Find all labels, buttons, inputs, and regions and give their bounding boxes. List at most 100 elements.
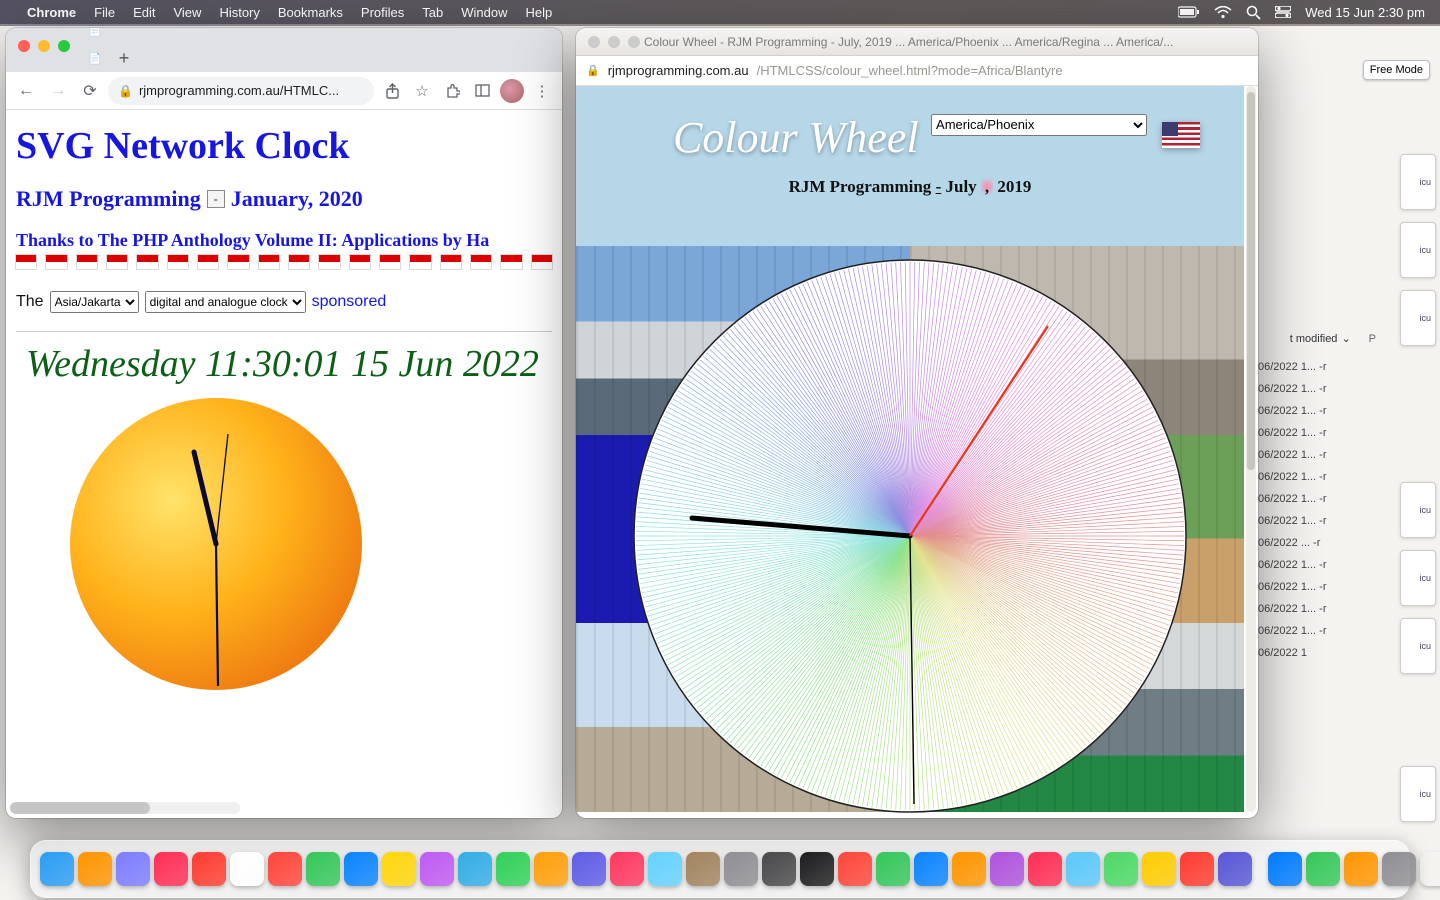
dock-app-icon[interactable] [838, 852, 872, 886]
reading-list-icon[interactable] [468, 77, 496, 105]
close-icon[interactable] [18, 40, 30, 52]
dock-app-icon[interactable] [1028, 852, 1062, 886]
dock-app-icon[interactable] [306, 852, 340, 886]
divider [16, 331, 552, 332]
indonesia-flag-icon [501, 255, 521, 269]
back-button[interactable]: ← [12, 77, 40, 105]
digital-clock-readout: Wednesday 11:30:01 15 Jun 2022 [26, 342, 552, 386]
dock-app-icon[interactable] [610, 852, 644, 886]
safari-address-bar[interactable]: 🔒 rjmprogramming.com.au/HTMLCSS/colour_w… [576, 56, 1258, 86]
close-icon[interactable] [588, 36, 600, 48]
menubar-clock[interactable]: Wed 15 Jun 2:30 pm [1298, 5, 1432, 20]
dock-app-icon[interactable] [1382, 852, 1416, 886]
colour-wheel-svg [630, 256, 1190, 816]
dock-app-icon[interactable] [990, 852, 1024, 886]
dock-app-icon[interactable] [1218, 852, 1252, 886]
window-title: Colour Wheel - RJM Programming - July, 2… [644, 35, 1173, 49]
label-sponsored: sponsored [312, 293, 387, 311]
zoom-icon[interactable] [58, 40, 70, 52]
bg-peek-card: icu [1400, 154, 1436, 210]
indonesia-flag-icon [16, 255, 36, 269]
macos-menubar: Chrome FileEditViewHistoryBookmarksProfi… [0, 0, 1440, 24]
dock-app-icon[interactable] [952, 852, 986, 886]
menu-history[interactable]: History [210, 5, 268, 20]
dock-app-icon[interactable] [40, 852, 74, 886]
indonesia-flag-icon [168, 255, 188, 269]
dock-app-icon[interactable] [420, 852, 454, 886]
omnibox-text: rjmprogramming.com.au/HTMLC... [139, 83, 339, 98]
address-path: /HTMLCSS/colour_wheel.html?mode=Africa/B… [757, 63, 1063, 78]
dock-app-icon[interactable] [1268, 852, 1302, 886]
menu-bookmarks[interactable]: Bookmarks [269, 5, 352, 20]
vertical-scrollbar[interactable] [1246, 86, 1256, 812]
colour-wheel-tz-select[interactable]: America/Phoenix [931, 114, 1147, 136]
control-center-icon[interactable] [1268, 6, 1298, 18]
dock-app-icon[interactable] [1066, 852, 1100, 886]
dock-app-icon[interactable] [686, 852, 720, 886]
battery-icon[interactable] [1171, 6, 1207, 18]
dock-app-icon[interactable] [724, 852, 758, 886]
menu-edit[interactable]: Edit [124, 5, 164, 20]
dock-app-icon[interactable] [230, 852, 264, 886]
bg-peek-card: icu [1400, 618, 1436, 674]
forward-button[interactable]: → [44, 77, 72, 105]
safari-page-content: Colour Wheel America/Phoenix RJM Program… [576, 86, 1244, 818]
dock-app-icon[interactable] [572, 852, 606, 886]
wifi-icon[interactable] [1207, 6, 1239, 19]
dock-app-icon[interactable] [1180, 852, 1214, 886]
dock-app-icon[interactable] [78, 852, 112, 886]
colour-wheel-heading: Colour Wheel [673, 112, 919, 163]
minimize-icon[interactable] [608, 36, 620, 48]
indonesia-flag-icon [198, 255, 218, 269]
dock-app-icon[interactable] [116, 852, 150, 886]
dock-app-icon[interactable] [496, 852, 530, 886]
dock-app-icon[interactable] [344, 852, 378, 886]
menu-tab[interactable]: Tab [413, 5, 452, 20]
spotlight-icon[interactable] [1239, 5, 1268, 20]
dock-app-icon[interactable] [876, 852, 910, 886]
dock-app-icon[interactable] [762, 852, 796, 886]
dock-app-icon[interactable] [1104, 852, 1138, 886]
chrome-toolbar: ← → ⟳ 🔒 rjmprogramming.com.au/HTMLC... ☆… [6, 72, 562, 110]
indonesia-flag-icon [471, 255, 491, 269]
menu-help[interactable]: Help [517, 5, 562, 20]
app-menu[interactable]: Chrome [18, 5, 85, 20]
safari-window: Colour Wheel - RJM Programming - July, 2… [576, 28, 1258, 818]
share-icon[interactable] [378, 77, 406, 105]
menu-view[interactable]: View [164, 5, 210, 20]
address-host: rjmprogramming.com.au [608, 63, 749, 78]
zoom-icon[interactable] [628, 36, 640, 48]
omnibox[interactable]: 🔒 rjmprogramming.com.au/HTMLC... [108, 77, 374, 105]
menu-window[interactable]: Window [452, 5, 516, 20]
menu-profiles[interactable]: Profiles [352, 5, 413, 20]
dock-app-icon[interactable] [154, 852, 188, 886]
extensions-icon[interactable] [438, 77, 466, 105]
dock-app-icon[interactable] [1420, 852, 1440, 886]
chrome-menu-icon[interactable]: ⋮ [528, 77, 556, 105]
reload-button[interactable]: ⟳ [76, 77, 104, 105]
pinned-tab[interactable]: 📄 [86, 44, 104, 72]
pinned-tab[interactable]: 📄 [86, 28, 104, 44]
bookmark-icon[interactable]: ☆ [408, 77, 436, 105]
dock-app-icon[interactable] [914, 852, 948, 886]
dock-app-icon[interactable] [800, 852, 834, 886]
dock-app-icon[interactable] [382, 852, 416, 886]
horizontal-scrollbar[interactable] [10, 802, 240, 814]
dock-app-icon[interactable] [1306, 852, 1340, 886]
dock-app-icon[interactable] [268, 852, 302, 886]
clock-mode-select[interactable]: digital and analogue clock [145, 291, 306, 313]
dock-app-icon[interactable] [648, 852, 682, 886]
timezone-select[interactable]: Asia/Jakarta [50, 291, 139, 313]
minimize-icon[interactable] [38, 40, 50, 52]
new-tab-button[interactable]: + [110, 44, 138, 72]
menu-file[interactable]: File [85, 5, 124, 20]
byline-toggle-button[interactable]: - [207, 190, 225, 208]
dock-app-icon[interactable] [458, 852, 492, 886]
dock-app-icon[interactable] [1344, 852, 1378, 886]
dock-app-icon[interactable] [534, 852, 568, 886]
indonesia-flag-icon [380, 255, 400, 269]
dock-app-icon[interactable] [1142, 852, 1176, 886]
dock-app-icon[interactable] [192, 852, 226, 886]
profile-avatar[interactable] [498, 77, 526, 105]
bg-peek-card: icu [1400, 482, 1436, 538]
